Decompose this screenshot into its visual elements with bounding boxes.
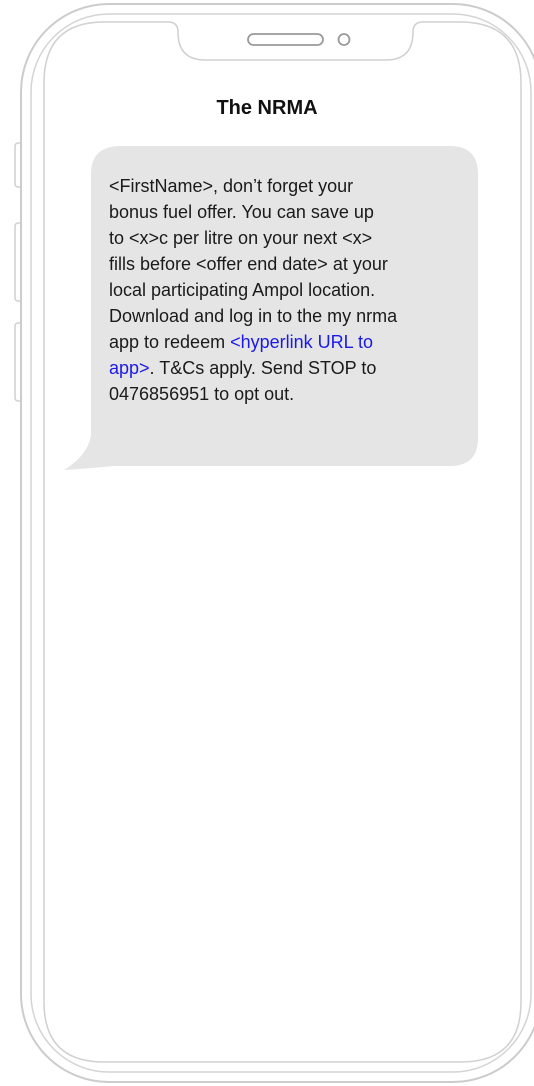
speaker-grille-icon (247, 33, 324, 46)
message-line-6: Download and log in to the my nrma (109, 306, 398, 326)
message-line-1: <FirstName>, don’t forget your (109, 176, 354, 196)
conversation-sender-name: The NRMA (216, 97, 318, 119)
message-line-5: local participating Ampol location. (109, 280, 376, 300)
front-camera-icon (337, 33, 351, 46)
message-line-4: fills before <offer end date> at your (109, 254, 388, 274)
message-line-9: 0476856951 to opt out. (109, 384, 295, 404)
hyperlink-part-1[interactable]: <hyperlink URL to (230, 332, 373, 352)
message-line-2: bonus fuel offer. You can save up (109, 202, 374, 222)
message-line-8-text: . T&Cs apply. Send STOP to (149, 358, 377, 378)
message-line-3: to <x>c per litre on your next <x> (109, 228, 373, 248)
message-line-7-text: app to redeem (109, 332, 231, 352)
message-text: <FirstName>, don’t forget your bonus fuel… (109, 173, 459, 407)
message-bubble[interactable]: <FirstName>, don’t forget your bonus fuel… (64, 146, 480, 476)
hyperlink-part-2[interactable]: app> (109, 358, 150, 378)
